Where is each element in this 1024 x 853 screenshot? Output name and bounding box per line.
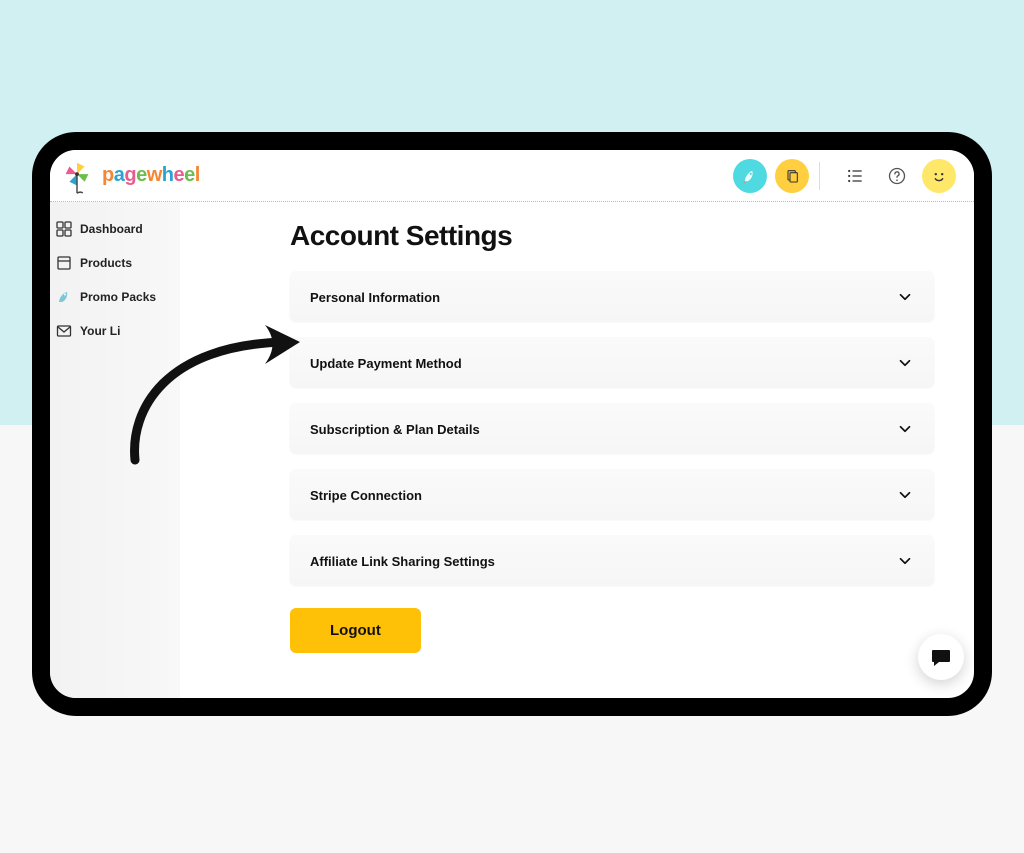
grid-icon [56,221,72,237]
panel-subscription-plan[interactable]: Subscription & Plan Details [290,404,934,454]
chevron-down-icon [896,354,914,372]
panel-update-payment-method[interactable]: Update Payment Method [290,338,934,388]
topbar-divider [819,162,820,190]
list-button[interactable] [838,159,872,193]
chevron-down-icon [896,288,914,306]
pinwheel-icon [58,157,96,195]
app-root: pagewheel [50,150,974,698]
rocket-small-icon [56,289,72,305]
box-icon [56,255,72,271]
sidebar-item-label: Products [80,256,132,270]
page-title: Account Settings [290,220,934,252]
mail-icon [56,323,72,339]
sidebar-item-promo-packs[interactable]: Promo Packs [50,280,180,314]
sidebar-item-dashboard[interactable]: Dashboard [50,212,180,246]
panel-personal-information[interactable]: Personal Information [290,272,934,322]
panel-affiliate-link-sharing[interactable]: Affiliate Link Sharing Settings [290,536,934,586]
profile-button[interactable] [922,159,956,193]
panel-stripe-connection[interactable]: Stripe Connection [290,470,934,520]
chat-fab[interactable] [918,634,964,680]
chevron-down-icon [896,486,914,504]
brand-wordmark: pagewheel [102,164,200,187]
copy-icon [784,168,800,184]
panel-label: Personal Information [310,290,440,305]
panel-label: Affiliate Link Sharing Settings [310,554,495,569]
rocket-button[interactable] [733,159,767,193]
panel-label: Subscription & Plan Details [310,422,480,437]
rocket-icon [741,167,759,185]
sidebar-item-label: Your Li [80,324,120,338]
main: Account Settings Personal Information Up… [180,202,974,698]
panel-label: Update Payment Method [310,356,462,371]
copy-button[interactable] [775,159,809,193]
brand[interactable]: pagewheel [58,157,200,195]
list-icon [845,166,865,186]
body: Dashboard Products Promo Packs [50,202,974,698]
help-button[interactable] [880,159,914,193]
sidebar-item-products[interactable]: Products [50,246,180,280]
chevron-down-icon [896,552,914,570]
topbar: pagewheel [50,150,974,202]
sidebar-item-label: Dashboard [80,222,143,236]
sidebar-item-label: Promo Packs [80,290,156,304]
sidebar: Dashboard Products Promo Packs [50,202,180,698]
sidebar-item-your-list[interactable]: Your Li [50,314,180,348]
logout-button[interactable]: Logout [290,608,421,653]
tablet-frame: pagewheel [32,132,992,716]
help-icon [887,166,907,186]
chat-icon [929,645,953,669]
panel-label: Stripe Connection [310,488,422,503]
smiley-icon [928,165,950,187]
chevron-down-icon [896,420,914,438]
